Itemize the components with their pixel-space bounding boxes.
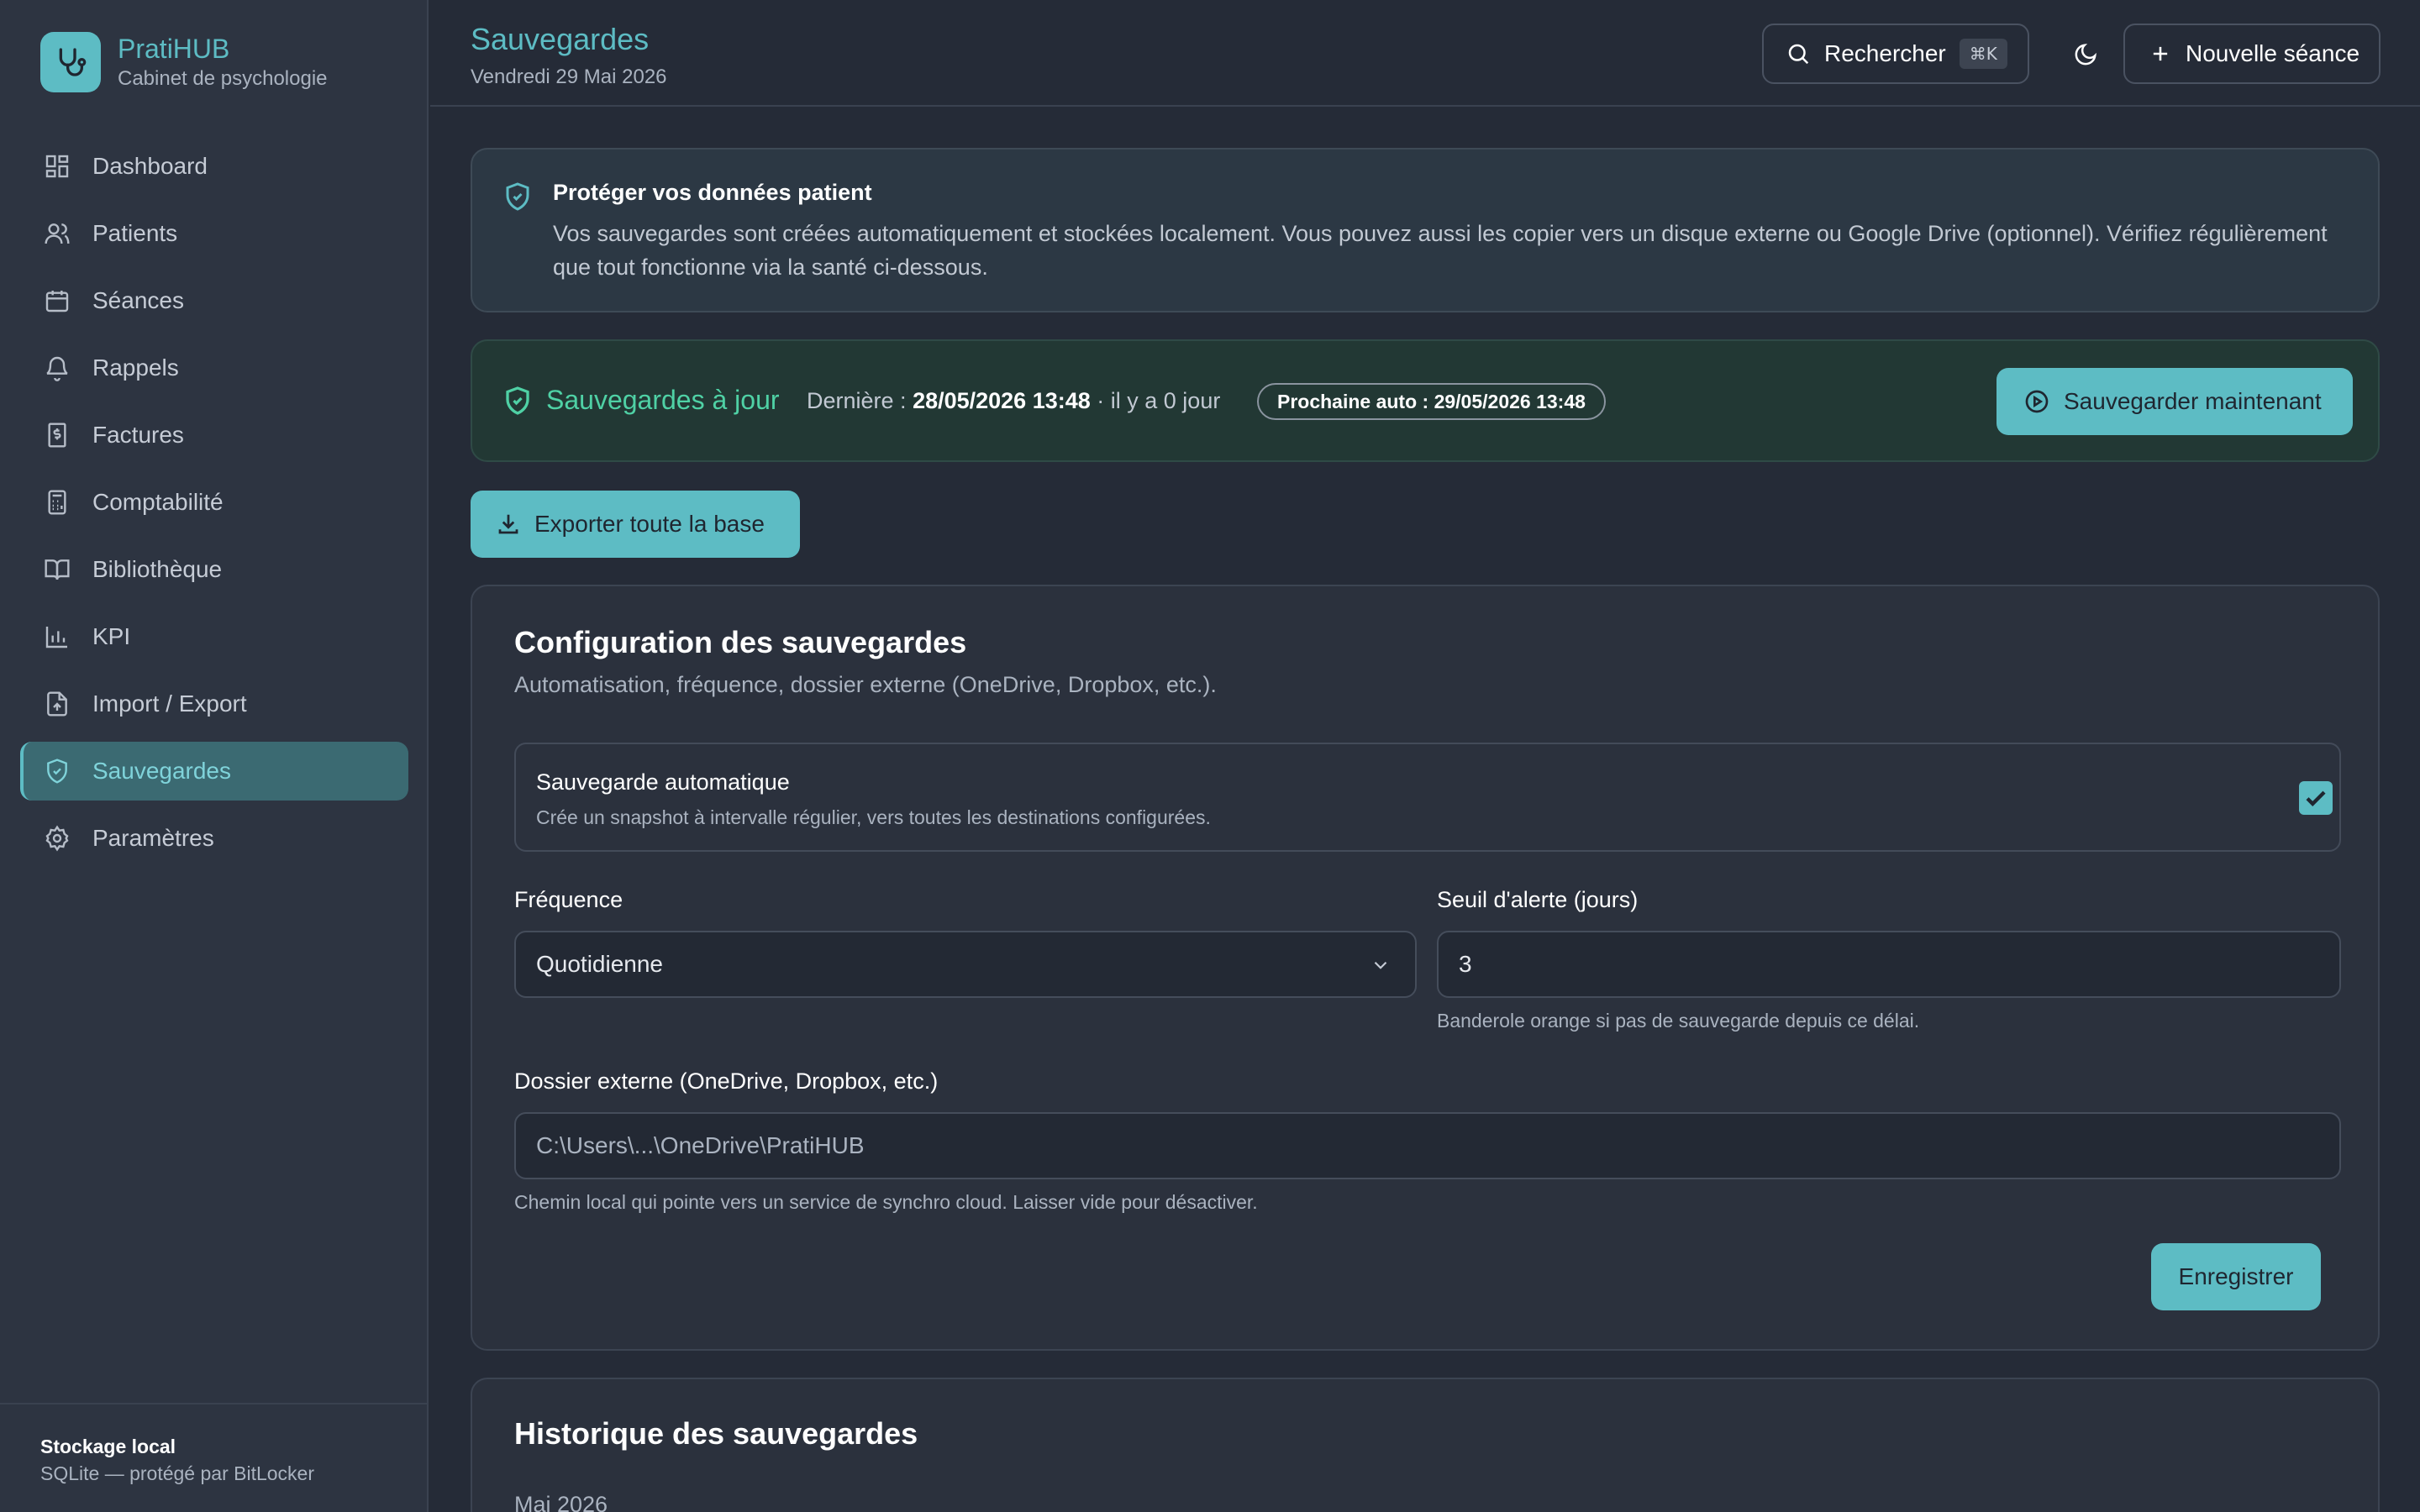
frequency-value: Quotidienne — [536, 951, 664, 977]
download-icon — [498, 514, 518, 534]
dashboard-grid-icon — [45, 155, 69, 178]
threshold-hint: Banderole orange si pas de sauvegarde de… — [1437, 1010, 1920, 1032]
storage-title: Stockage local — [40, 1436, 176, 1457]
checkmark-icon — [2306, 790, 2326, 806]
new-session-button[interactable]: Nouvelle séance — [2123, 24, 2381, 84]
auto-backup-checkbox[interactable] — [2299, 781, 2333, 815]
sidebar-item-parametres[interactable]: Paramètres — [20, 809, 408, 868]
frequency-label: Fréquence — [514, 887, 623, 912]
history-month: Mai 2026 — [514, 1492, 608, 1512]
threshold-input[interactable]: 3 — [1437, 931, 2341, 998]
sidebar-item-rappels[interactable]: Rappels — [20, 339, 408, 397]
save-settings-button[interactable]: Enregistrer — [2151, 1243, 2321, 1310]
new-session-label: Nouvelle séance — [2186, 40, 2360, 66]
backup-config-card: Configuration des sauvegardes Automatisa… — [471, 585, 2380, 1351]
last-backup-suffix: · il y a 0 jour — [1097, 388, 1221, 413]
file-upload-icon — [47, 691, 67, 717]
page-title: Sauvegardes — [471, 22, 650, 56]
sidebar-item-sauvegardes[interactable]: Sauvegardes — [20, 742, 408, 801]
sidebar-item-comptabilite[interactable]: Comptabilité — [20, 473, 408, 532]
sidebar-item-label: Patients — [92, 220, 178, 246]
status-label: Sauvegardes à jour — [546, 385, 780, 415]
notice-text: Vos sauvegardes sont créées automatiquem… — [553, 221, 2328, 280]
moon-icon — [2075, 44, 2096, 66]
threshold-value: 3 — [1459, 951, 1472, 977]
sidebar-item-factures[interactable]: Factures — [20, 406, 408, 465]
last-backup: Dernière : 28/05/2026 13:48 · il y a 0 j… — [807, 388, 1220, 414]
bar-chart-icon — [45, 627, 67, 648]
last-backup-date: 28/05/2026 13:48 — [913, 388, 1091, 413]
config-title: Configuration des sauvegardes — [514, 625, 967, 659]
storage-info: Stockage local SQLite — protégé par BitL… — [0, 1403, 427, 1512]
app-name: PratiHUB — [118, 34, 230, 64]
play-circle-icon — [2025, 390, 2049, 413]
sidebar-item-label: Factures — [92, 422, 184, 448]
sidebar-item-label: Import / Export — [92, 690, 247, 717]
config-subtitle: Automatisation, fréquence, dossier exter… — [514, 672, 1217, 697]
search-button[interactable]: Rechercher ⌘K — [1762, 24, 2029, 84]
save-now-label: Sauvegarder maintenant — [2064, 388, 2322, 414]
storage-subtitle: SQLite — protégé par BitLocker — [40, 1462, 314, 1484]
app-subtitle: Cabinet de psychologie — [118, 67, 328, 90]
plus-icon — [2153, 46, 2168, 61]
data-protection-notice: Protéger vos données patient Vos sauvega… — [471, 148, 2380, 312]
sidebar-item-import-export[interactable]: Import / Export — [20, 675, 408, 733]
invoice-icon — [48, 423, 66, 448]
sidebar-item-kpi[interactable]: KPI — [20, 607, 408, 666]
search-label: Rechercher — [1824, 40, 1946, 66]
backup-history-card: Historique des sauvegardes Mai 2026 — [471, 1378, 2380, 1512]
sidebar-item-label: Dashboard — [92, 153, 208, 179]
folder-hint: Chemin local qui pointe vers un service … — [514, 1191, 1258, 1213]
history-title: Historique des sauvegardes — [514, 1416, 918, 1451]
sidebar-item-label: Bibliothèque — [92, 556, 223, 582]
auto-backup-option[interactable]: Sauvegarde automatique Crée un snapshot … — [514, 743, 2341, 852]
folder-placeholder: C:\Users\...\OneDrive\PratiHUB — [536, 1132, 865, 1158]
export-label: Exporter toute la base — [534, 511, 765, 537]
last-backup-prefix: Dernière : — [807, 388, 907, 413]
auto-backup-description: Crée un snapshot à intervalle régulier, … — [536, 806, 1211, 828]
shield-check-icon — [506, 182, 529, 211]
page-date: Vendredi 29 Mai 2026 — [471, 66, 667, 88]
book-icon — [45, 559, 70, 580]
backup-status: Sauvegardes à jour Dernière : 28/05/2026… — [471, 339, 2380, 462]
sidebar-item-seances[interactable]: Séances — [20, 271, 408, 330]
sidebar-item-label: KPI — [92, 623, 131, 649]
bell-icon — [46, 356, 68, 381]
search-shortcut: ⌘K — [1959, 39, 2007, 69]
brand[interactable]: PratiHUB Cabinet de psychologie — [40, 32, 328, 92]
sidebar-item-label: Rappels — [92, 354, 179, 381]
chevron-down-icon — [1374, 961, 1387, 969]
sidebar-item-label: Séances — [92, 287, 184, 313]
users-icon — [45, 223, 70, 244]
folder-label: Dossier externe (OneDrive, Dropbox, etc.… — [514, 1068, 939, 1094]
search-icon — [1788, 44, 1809, 65]
shield-check-icon — [506, 386, 529, 415]
sidebar-item-label: Sauvegardes — [92, 758, 232, 784]
auto-backup-title: Sauvegarde automatique — [536, 769, 790, 795]
external-folder-input[interactable]: C:\Users\...\OneDrive\PratiHUB — [514, 1112, 2341, 1179]
sidebar-item-label: Comptabilité — [92, 489, 224, 515]
sidebar-item-bibliotheque[interactable]: Bibliothèque — [20, 540, 408, 599]
notice-title: Protéger vos données patient — [553, 180, 872, 205]
sidebar-item-patients[interactable]: Patients — [20, 204, 408, 263]
gear-icon — [45, 825, 69, 852]
export-database-button[interactable]: Exporter toute la base — [471, 491, 800, 558]
page-header: Sauvegardes Vendredi 29 Mai 2026 Recherc… — [430, 0, 2420, 107]
sidebar-nav: Dashboard Patients Séances Rappels Factu… — [20, 137, 408, 876]
frequency-select[interactable]: Quotidienne — [514, 931, 1417, 998]
stethoscope-icon — [40, 32, 101, 92]
next-backup-badge: Prochaine auto : 29/05/2026 13:48 — [1257, 383, 1606, 420]
calendar-icon — [45, 291, 69, 312]
save-now-button[interactable]: Sauvegarder maintenant — [1996, 368, 2353, 435]
sidebar: PratiHUB Cabinet de psychologie Dashboar… — [0, 0, 429, 1512]
sidebar-item-dashboard[interactable]: Dashboard — [20, 137, 408, 196]
calculator-icon — [48, 490, 66, 515]
status-ok: Sauvegardes à jour — [502, 385, 780, 416]
theme-toggle-button[interactable] — [2056, 25, 2115, 84]
shield-check-icon — [47, 759, 67, 784]
sidebar-item-label: Paramètres — [92, 825, 214, 851]
threshold-label: Seuil d'alerte (jours) — [1437, 887, 1639, 912]
